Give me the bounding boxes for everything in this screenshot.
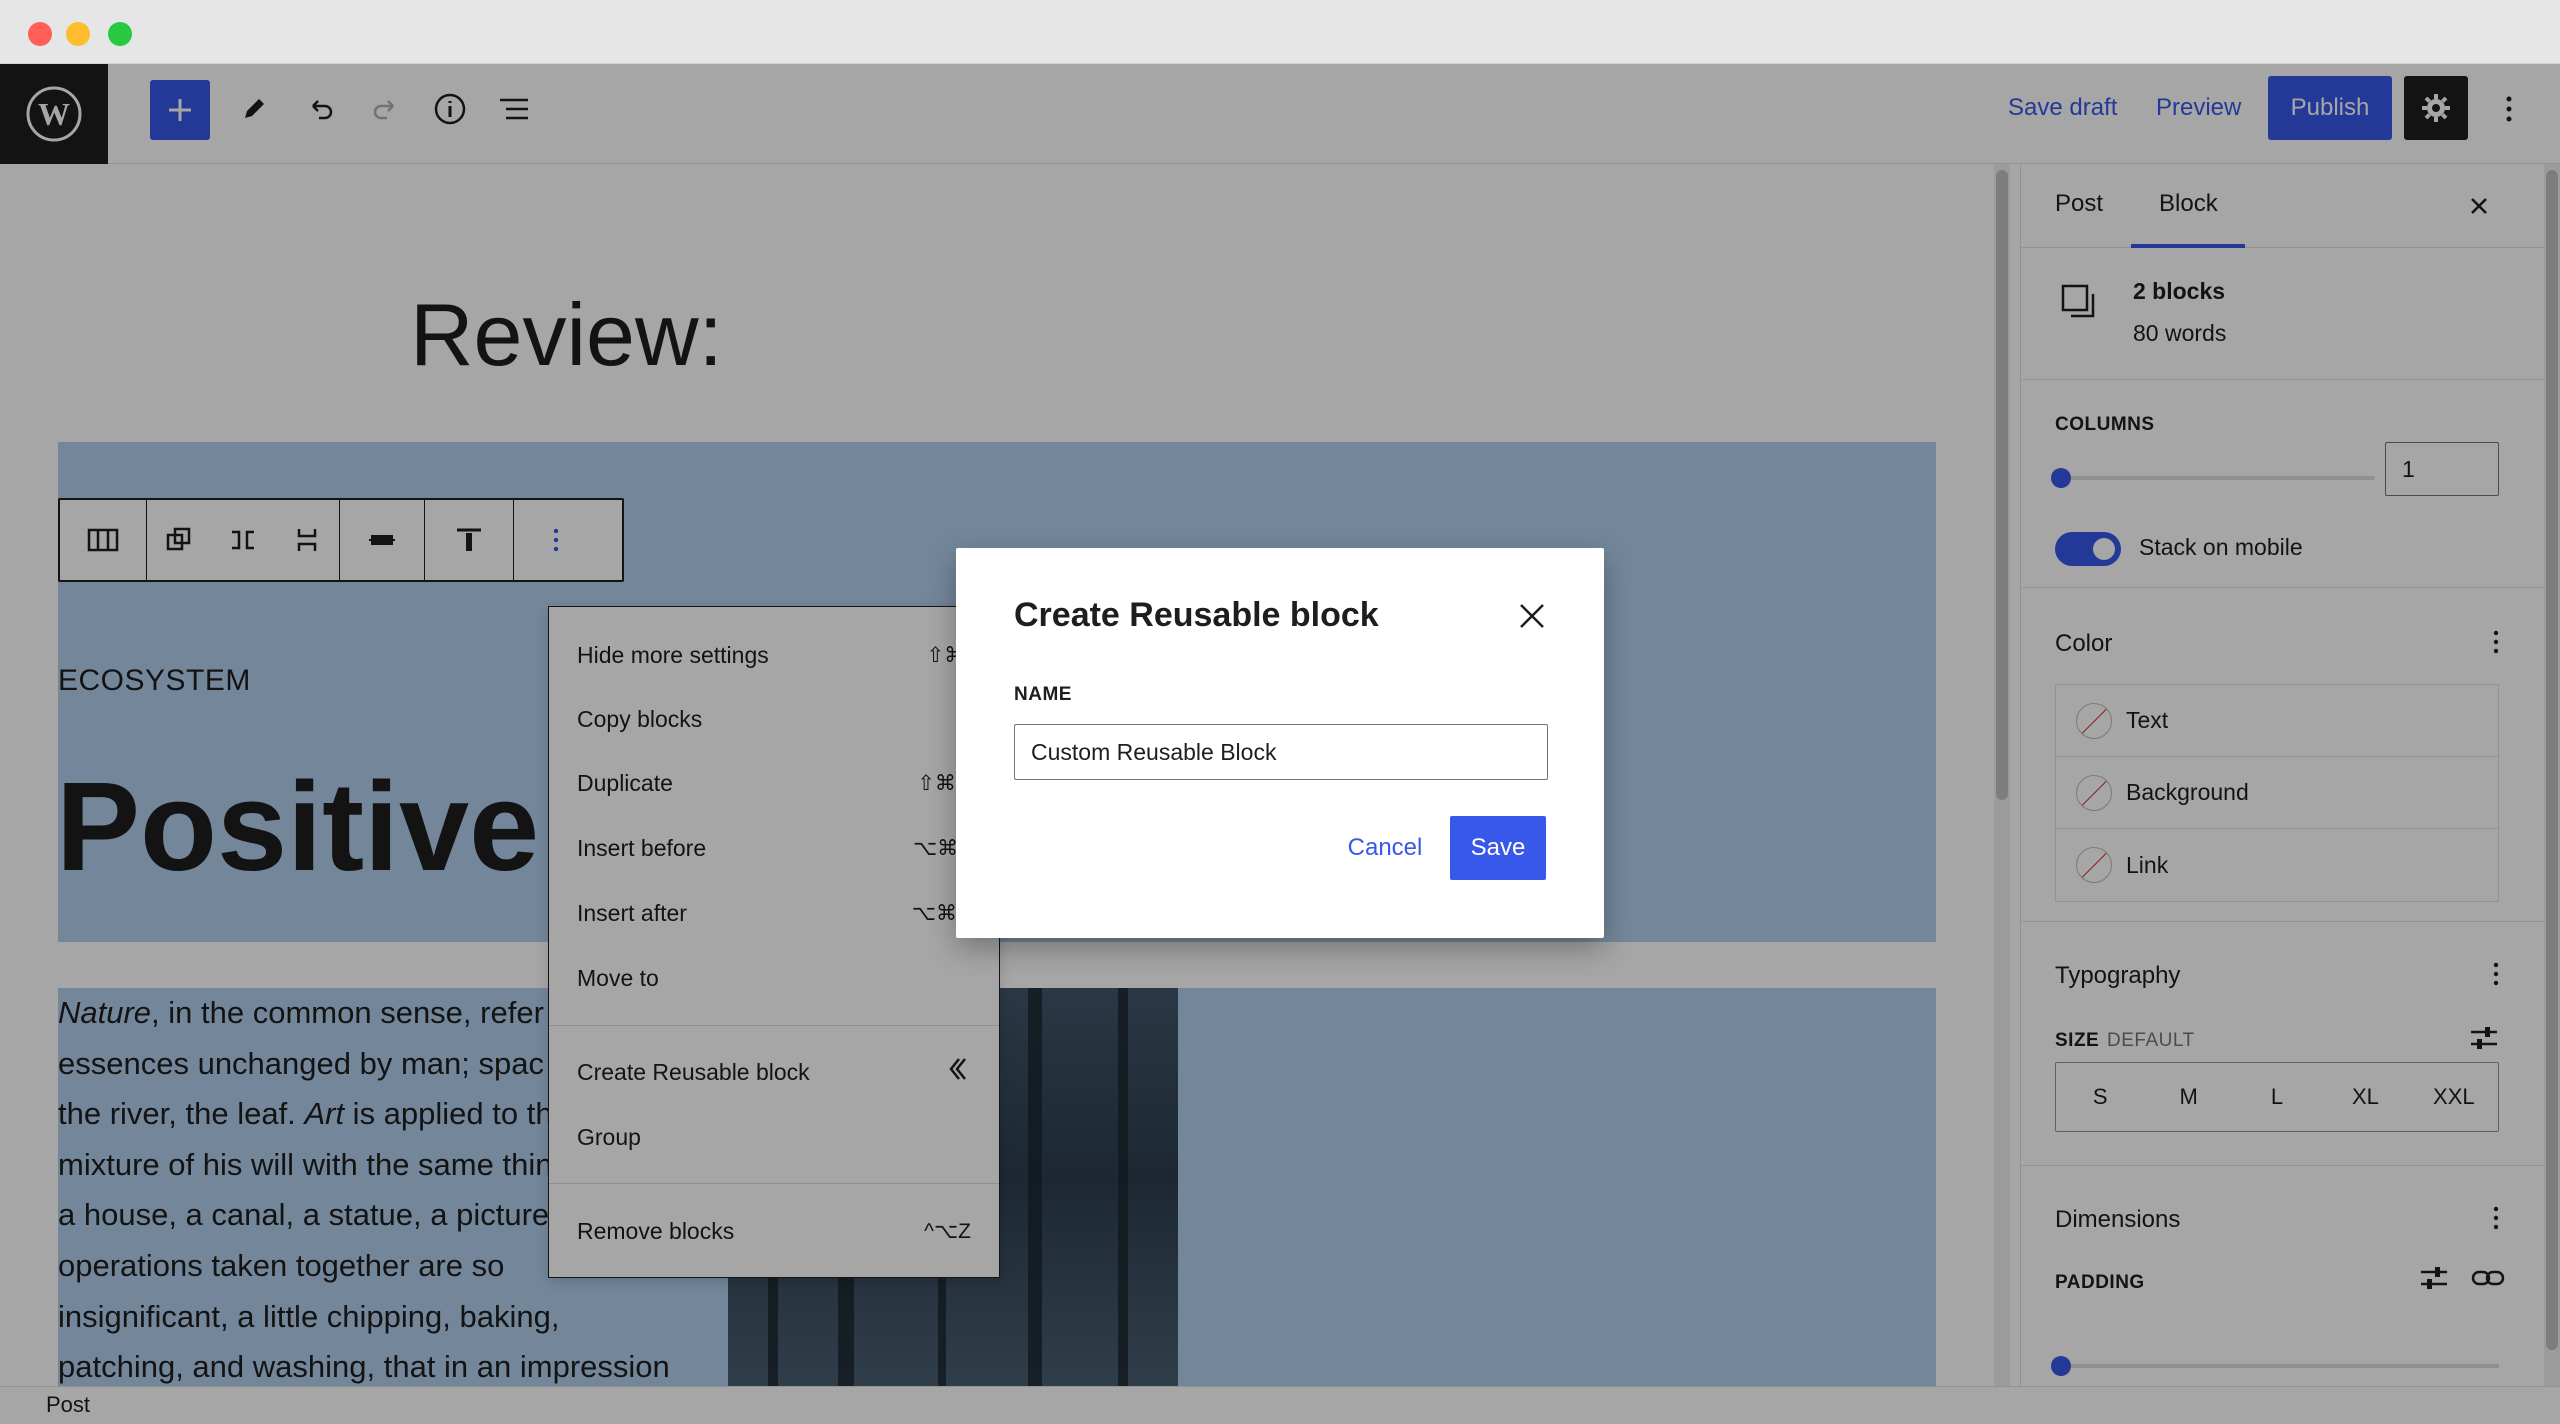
name-input[interactable] <box>1014 724 1548 780</box>
window-close-button[interactable] <box>28 22 52 46</box>
window-titlebar <box>0 0 2560 64</box>
name-label: NAME <box>1014 684 1072 705</box>
save-button[interactable]: Save <box>1450 816 1546 880</box>
window-maximize-button[interactable] <box>108 22 132 46</box>
cancel-button[interactable]: Cancel <box>1332 816 1438 880</box>
close-icon <box>1520 604 1544 628</box>
window-minimize-button[interactable] <box>66 22 90 46</box>
modal-title: Create Reusable block <box>1014 596 1379 634</box>
modal-close-button[interactable] <box>1508 592 1556 640</box>
create-reusable-block-modal: Create Reusable block NAME Cancel Save <box>956 548 1604 938</box>
